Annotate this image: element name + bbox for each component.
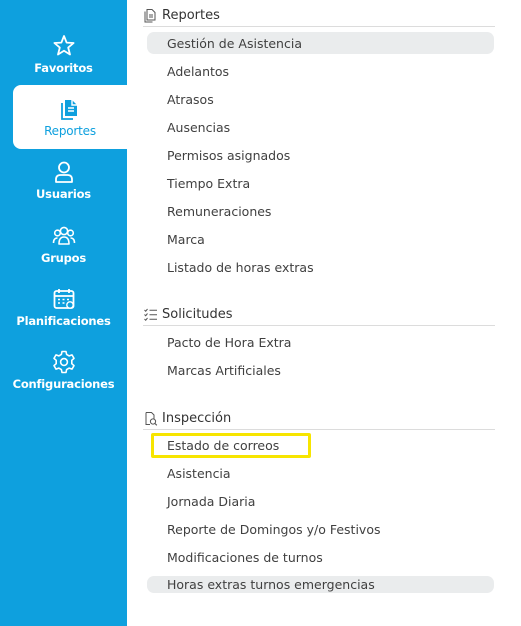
menu-item-reporte-de-domingos-y-festivos[interactable]: Reporte de Domingos y/o Festivos bbox=[147, 518, 494, 540]
menu-item-marcas-artificiales[interactable]: Marcas Artificiales bbox=[147, 359, 494, 381]
menu-item-remuneraciones[interactable]: Remuneraciones bbox=[147, 200, 494, 222]
menu-item-listado-de-horas-extras[interactable]: Listado de horas extras bbox=[147, 256, 494, 278]
menu-item-atrasos[interactable]: Atrasos bbox=[147, 88, 494, 110]
section-header-solicitudes: Solicitudes bbox=[143, 304, 495, 326]
sidebar-item-label: Reportes bbox=[44, 124, 96, 138]
sidebar-item-label: Usuarios bbox=[36, 187, 91, 201]
menu-item-modificaciones-de-turnos[interactable]: Modificaciones de turnos bbox=[147, 546, 494, 568]
section-title: Inspección bbox=[162, 411, 232, 426]
sidebar-item-planificaciones[interactable]: Planificaciones bbox=[0, 286, 127, 328]
sidebar-item-grupos[interactable]: Grupos bbox=[0, 223, 127, 265]
user-icon bbox=[54, 161, 73, 183]
sidebar-item-label: Configuraciones bbox=[12, 377, 115, 391]
menu-item-gestion-de-asistencia[interactable]: Gestión de Asistencia bbox=[147, 32, 494, 54]
calendar-icon bbox=[53, 289, 74, 309]
section-title: Solicitudes bbox=[162, 307, 233, 322]
menu-item-jornada-diaria[interactable]: Jornada Diaria bbox=[147, 490, 494, 512]
sidebar-item-reportes[interactable]: Reportes bbox=[13, 85, 127, 149]
sidebar-item-usuarios[interactable]: Usuarios bbox=[0, 159, 127, 201]
menu-item-ausencias[interactable]: Ausencias bbox=[147, 116, 494, 138]
sidebar-item-label: Grupos bbox=[40, 251, 87, 265]
group-icon bbox=[52, 226, 75, 245]
gear-icon bbox=[52, 350, 75, 374]
menu-item-permisos-asignados[interactable]: Permisos asignados bbox=[147, 144, 494, 166]
menu-item-estado-de-correos[interactable]: Estado de correos bbox=[147, 434, 494, 456]
menu-item-marca[interactable]: Marca bbox=[147, 228, 494, 250]
checklist-icon bbox=[144, 308, 157, 321]
section-header-reportes: Reportes bbox=[143, 5, 495, 27]
section-title: Reportes bbox=[162, 8, 220, 23]
sidebar-item-label: Favoritos bbox=[34, 61, 93, 75]
menu-item-horas-extras-turnos-emergencias[interactable]: Horas extras turnos emergencias bbox=[147, 576, 494, 593]
menu-item-tiempo-extra[interactable]: Tiempo Extra bbox=[147, 172, 494, 194]
menu-item-pacto-de-hora-extra[interactable]: Pacto de Hora Extra bbox=[147, 331, 494, 353]
sidebar-item-favoritos[interactable]: Favoritos bbox=[0, 33, 127, 75]
menu-item-adelantos[interactable]: Adelantos bbox=[147, 60, 494, 82]
sidebar-item-label: Planificaciones bbox=[16, 314, 111, 328]
inspection-icon bbox=[145, 412, 158, 426]
document-icon bbox=[61, 100, 77, 120]
star-icon bbox=[53, 35, 74, 56]
menu-item-asistencia[interactable]: Asistencia bbox=[147, 462, 494, 484]
sidebar: Favoritos Reportes Usuarios Grupos Plani… bbox=[0, 0, 127, 626]
sidebar-item-configuraciones[interactable]: Configuraciones bbox=[0, 349, 127, 391]
document-icon bbox=[144, 9, 156, 23]
section-header-inspeccion: Inspección bbox=[143, 408, 495, 430]
